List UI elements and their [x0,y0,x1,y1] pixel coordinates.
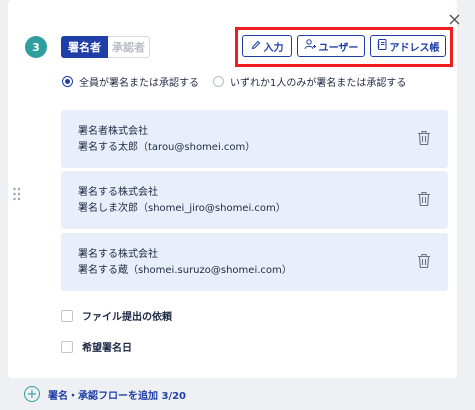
desired-date-label[interactable]: 希望署名日 [82,339,132,354]
signer-person: 署名しま次郎（shomei_jiro@shomei.com） [78,203,286,214]
radio-any-one-sign-label[interactable]: いずれか1人のみが署名または承認する [230,74,406,89]
radio-all-sign[interactable] [62,76,73,87]
signing-mode-group: 全員が署名または承認する いずれか1人のみが署名または承認する [62,74,420,89]
signer-company: 署名者株式会社 [78,126,148,137]
role-signer-tab[interactable]: 署名者 [61,36,108,58]
input-button[interactable]: 入力 [242,35,292,57]
address-book-button[interactable]: アドレス帳 [370,35,446,57]
signer-card: 署名者株式会社 署名する太郎（tarou@shomei.com） [61,110,448,168]
signer-person: 署名する蔵（shomei.suruzo@shomei.com） [78,265,292,276]
plus-circle-icon: + [24,386,40,402]
close-icon[interactable] [446,11,462,27]
input-button-label: 入力 [263,42,284,54]
trash-icon[interactable] [417,130,431,146]
trash-icon[interactable] [417,253,431,269]
add-flow-button[interactable]: + 署名・承認フローを追加 3/20 [24,386,186,402]
trash-icon[interactable] [417,191,431,207]
file-request-checkbox[interactable] [61,309,73,322]
radio-all-sign-label[interactable]: 全員が署名または承認する [79,74,199,89]
add-flow-label: 署名・承認フローを追加 3/20 [48,390,187,402]
drag-handle-icon[interactable] [12,186,22,202]
signer-card: 署名する株式会社 署名する蔵（shomei.suruzo@shomei.com） [61,233,448,291]
desired-date-checkbox[interactable] [61,340,73,353]
signer-card: 署名する株式会社 署名しま次郎（shomei_jiro@shomei.com） [61,171,448,229]
role-approver-tab[interactable]: 承認者 [108,36,150,58]
signer-company: 署名する株式会社 [78,249,158,260]
address-book-icon [377,39,387,53]
desired-date-option: 希望署名日 [61,339,132,354]
signer-person: 署名する太郎（tarou@shomei.com） [78,142,256,153]
signer-company: 署名する株式会社 [78,187,158,198]
address-book-button-label: アドレス帳 [389,42,440,54]
user-button-label: ユーザー [318,42,359,54]
step-number-badge: 3 [25,36,47,58]
radio-any-one-sign[interactable] [213,76,224,87]
user-button[interactable]: ユーザー [297,35,365,57]
add-user-icon [304,39,316,53]
file-request-label[interactable]: ファイル提出の依頼 [82,308,172,323]
pencil-icon [251,40,261,53]
file-request-option: ファイル提出の依頼 [61,308,172,323]
